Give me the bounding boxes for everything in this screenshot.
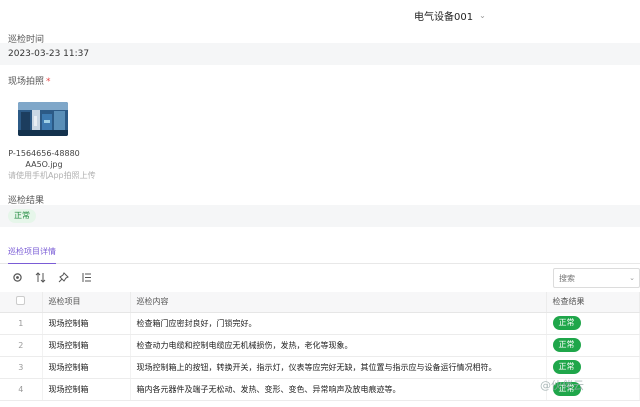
row-content: 检查动力电缆和控制电缆应无机械损伤，发热，老化等现象。 — [130, 334, 547, 357]
result-field: 正常 — [0, 205, 640, 227]
photo-thumbnail[interactable] — [18, 102, 68, 136]
result-status-badge: 正常 — [8, 209, 36, 223]
row-index: 1 — [0, 312, 43, 335]
table-row[interactable]: 1 现场控制箱 检查箱门应密封良好，门锁完好。 正常 — [0, 312, 640, 335]
status-badge: 正常 — [552, 360, 581, 374]
search-input-box[interactable]: ⌄ — [553, 268, 640, 288]
row-content: 箱内各元器件及端子无松动、发热、变形、变色、异常响声及放电痕迹等。 — [130, 378, 547, 401]
chevron-down-icon: ⌄ — [479, 11, 486, 20]
photo-filename: P-1564656-48880 AA5O.jpg — [8, 148, 80, 170]
row-item: 现场控制箱 — [42, 378, 131, 401]
detail-tabs: 巡检项目详情 — [0, 240, 640, 264]
column-header-item: 巡检项目 — [42, 292, 131, 313]
row-content: 检查箱门应密封良好，门锁完好。 — [130, 312, 547, 335]
column-header-content: 巡检内容 — [130, 292, 547, 313]
required-mark: * — [46, 77, 51, 87]
row-item: 现场控制箱 — [42, 334, 131, 357]
inspect-time-value: 2023-03-23 11:37 — [8, 49, 90, 59]
photo-label: 现场拍照 * — [8, 74, 51, 87]
search-input[interactable] — [559, 273, 629, 283]
table-header-row: 巡检项目 巡检内容 检查结果 — [0, 292, 640, 313]
device-select[interactable]: 电气设备001 ⌄ — [414, 8, 486, 23]
photo-filename-line1: P-1564656-48880 — [8, 149, 80, 158]
watermark-logo: @伙伴云 — [540, 379, 584, 392]
status-badge: 正常 — [552, 316, 581, 330]
tab-inspection-details[interactable]: 巡检项目详情 — [8, 246, 56, 264]
select-all-header[interactable] — [0, 292, 43, 313]
select-all-checkbox[interactable] — [16, 296, 26, 306]
row-content: 现场控制箱上的按钮，转换开关，指示灯，仪表等应完好无缺，其位置与指示应与设备运行… — [130, 356, 547, 379]
chevron-down-icon: ⌄ — [629, 274, 635, 282]
table-toolbar — [0, 268, 640, 288]
row-index: 2 — [0, 334, 43, 357]
table-row[interactable]: 3 现场控制箱 现场控制箱上的按钮，转换开关，指示灯，仪表等应完好无缺，其位置与… — [0, 356, 640, 379]
row-result-cell: 正常 — [546, 312, 640, 335]
row-item: 现场控制箱 — [42, 356, 131, 379]
status-badge: 正常 — [552, 338, 581, 352]
column-header-result: 检查结果 — [546, 292, 640, 313]
column-icon[interactable] — [80, 272, 92, 284]
table-row[interactable]: 2 现场控制箱 检查动力电缆和控制电缆应无机械损伤，发热，老化等现象。 正常 — [0, 334, 640, 357]
row-result-cell: 正常 — [546, 334, 640, 357]
device-select-value: 电气设备001 — [414, 12, 474, 23]
pin-icon[interactable] — [57, 272, 69, 284]
settings-icon[interactable] — [11, 272, 23, 284]
row-result-cell: 正常 — [546, 356, 640, 379]
row-item: 现场控制箱 — [42, 312, 131, 335]
photo-filename-line2: AA5O.jpg — [25, 160, 63, 169]
inspect-time-field[interactable]: 2023-03-23 11:37 — [0, 43, 640, 65]
row-index: 4 — [0, 378, 43, 401]
upload-hint: 请使用手机App拍照上传 — [8, 171, 96, 180]
sort-icon[interactable] — [34, 272, 46, 284]
row-index: 3 — [0, 356, 43, 379]
photo-label-text: 现场拍照 — [8, 77, 45, 87]
